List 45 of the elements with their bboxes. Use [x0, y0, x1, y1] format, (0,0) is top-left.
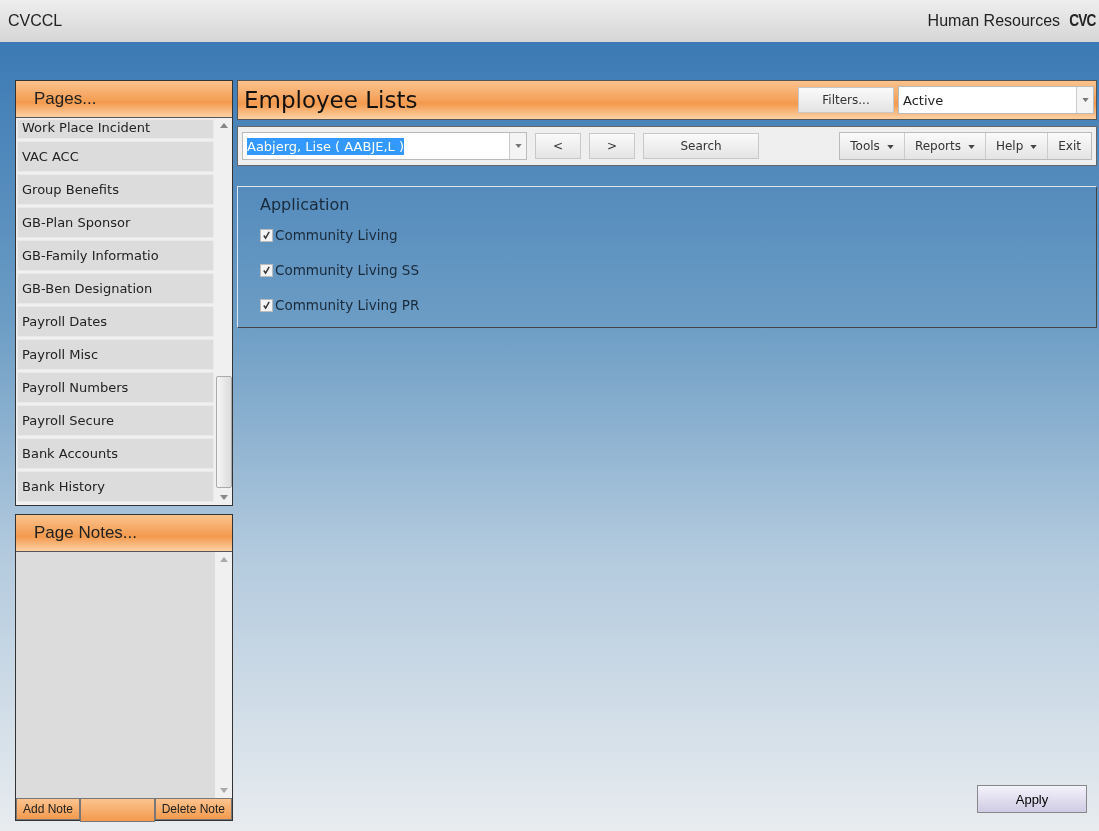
caret-icon[interactable] [886, 144, 894, 149]
page-item[interactable]: VAC ACC [17, 141, 214, 172]
page-item[interactable]: GB-Plan Sponsor [17, 207, 214, 238]
scroll-down-icon[interactable] [219, 495, 228, 500]
caret-icon[interactable] [967, 144, 975, 149]
page-item[interactable]: Group Benefits [17, 174, 214, 205]
add-note-button[interactable]: Add Note [16, 798, 81, 820]
page-item[interactable]: Bank Accounts [17, 438, 214, 469]
page-item[interactable]: Payroll Numbers [17, 372, 214, 403]
group-title: Application [260, 195, 351, 214]
panel-title: Pages... [16, 81, 232, 118]
page-item[interactable]: GB-Ben Designation [17, 273, 214, 304]
menu-button[interactable]: Help [985, 133, 1049, 159]
scroll-thumb[interactable] [215, 376, 232, 488]
scroll-up-icon[interactable] [219, 123, 228, 128]
menu-button[interactable]: Tools [840, 133, 905, 159]
app-name: CVCCL [8, 12, 63, 30]
page-item[interactable]: Payroll Secure [17, 405, 214, 436]
checkbox[interactable] [260, 263, 273, 277]
nav-button[interactable]: > [589, 133, 635, 159]
page-title: Employee Lists [244, 87, 418, 113]
checkbox[interactable] [260, 228, 273, 242]
logo: CVC [1069, 11, 1096, 31]
nav-button[interactable]: < [535, 133, 581, 159]
page-item[interactable]: Payroll Dates [17, 306, 214, 337]
module-title: Human Resources [927, 12, 1061, 30]
page-item[interactable]: Work Place Incident [17, 119, 214, 139]
checkbox-label: Community Living PR [275, 297, 420, 313]
checkbox-label: Community Living [275, 227, 398, 243]
dropdown-arrow-icon[interactable] [514, 144, 522, 148]
menu-button[interactable]: Reports [904, 133, 986, 159]
filter-dropdown[interactable]: Active [898, 86, 1094, 114]
panel-title: Page Notes... [16, 515, 232, 552]
apply-button[interactable]: Apply [977, 785, 1087, 813]
page-item[interactable]: Bank History [17, 471, 214, 502]
dropdown-arrow-icon[interactable] [1081, 98, 1089, 102]
checkbox[interactable] [260, 298, 273, 312]
checkbox-label: Community Living SS [275, 262, 419, 278]
exit-button[interactable]: Exit [1048, 133, 1091, 159]
page-item[interactable]: GB-Family Informatio [17, 240, 214, 271]
page-item[interactable]: Payroll Misc [17, 339, 214, 370]
filters-button[interactable]: Filters... [798, 87, 894, 113]
search-button[interactable]: Search [643, 133, 759, 159]
delete-note-button[interactable]: Delete Note [154, 798, 232, 820]
caret-icon[interactable] [1030, 144, 1038, 149]
